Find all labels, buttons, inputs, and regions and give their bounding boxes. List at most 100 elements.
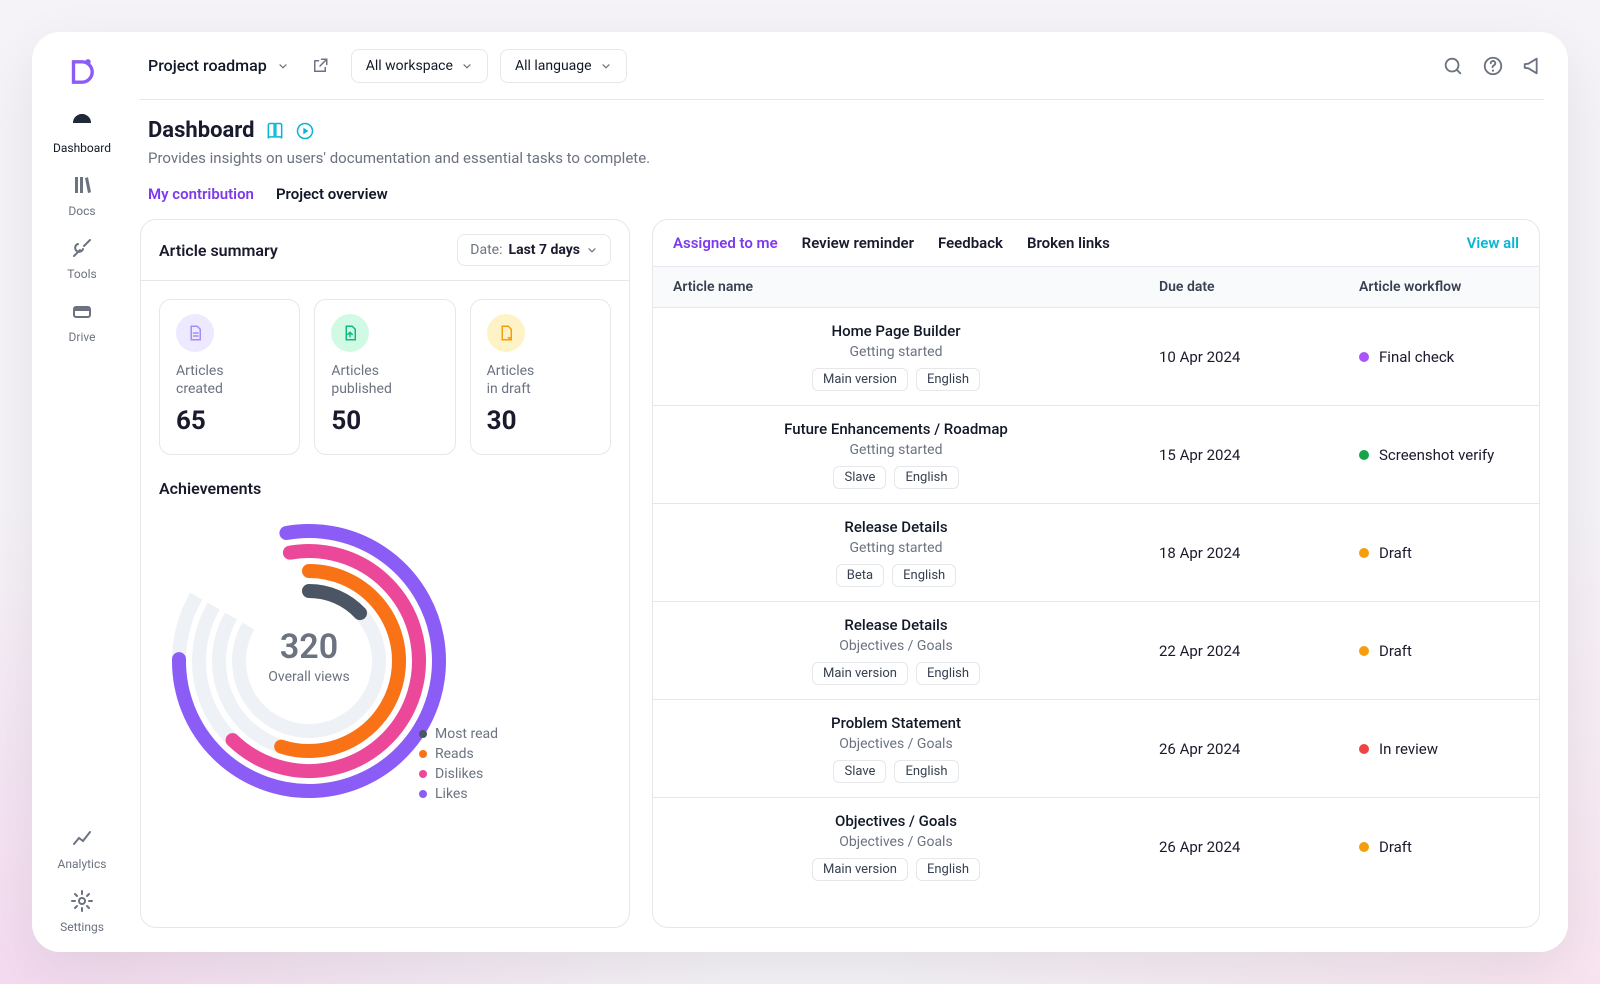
legend-dot (419, 790, 427, 798)
sidebar-item-drive[interactable]: Drive (69, 299, 96, 344)
workflow-label: Draft (1379, 838, 1412, 856)
book-icon[interactable] (265, 121, 285, 141)
sidebar-item-label: Drive (69, 330, 96, 344)
play-circle-icon[interactable] (295, 121, 315, 141)
stat-card: Articlescreated 65 (159, 299, 300, 455)
article-name-cell: Problem Statement Objectives / Goals Sla… (653, 700, 1139, 797)
workflow-cell: Draft (1339, 602, 1539, 699)
table-row[interactable]: Home Page Builder Getting started Main v… (653, 308, 1539, 406)
stat-icon (176, 314, 214, 352)
date-range-selector[interactable]: Date: Last 7 days (457, 234, 611, 266)
workflow-label: Final check (1379, 348, 1454, 366)
legend-dot (419, 750, 427, 758)
main-area: Project roadmap All workspace All languag… (132, 32, 1568, 952)
table-row[interactable]: Release Details Getting started BetaEngl… (653, 504, 1539, 602)
sidebar: Dashboard Docs Tools Drive Analytics Setting… (32, 32, 132, 952)
table-tab-assigned-to-me[interactable]: Assigned to me (673, 234, 778, 252)
page-header: Dashboard Provides insights on users' do… (140, 100, 1540, 171)
stat-card: Articlesin draft 30 (470, 299, 611, 455)
table-header-cell: Due date (1139, 267, 1339, 307)
chevron-down-icon (600, 60, 612, 72)
stat-value: 50 (331, 406, 438, 436)
article-category: Getting started (850, 344, 943, 360)
article-name-cell: Home Page Builder Getting started Main v… (653, 308, 1139, 405)
due-date-cell: 10 Apr 2024 (1139, 308, 1339, 405)
table-tab-broken-links[interactable]: Broken links (1027, 234, 1110, 252)
filter-1[interactable]: All language (500, 49, 627, 83)
stat-label: Articlesin draft (487, 362, 594, 398)
article-category: Getting started (850, 540, 943, 556)
status-dot (1359, 548, 1369, 558)
chevron-down-icon (586, 244, 598, 256)
tag-chip: English (894, 466, 958, 489)
chevron-down-icon (461, 60, 473, 72)
tab-my-contribution[interactable]: My contribution (148, 185, 254, 203)
chart-center: 320 Overall views (159, 506, 459, 806)
tag-chip: English (916, 858, 980, 881)
gear-icon (70, 889, 94, 916)
legend-dot (419, 730, 427, 738)
table-header-cell: Article workflow (1339, 267, 1539, 307)
sidebar-item-label: Analytics (58, 857, 107, 871)
legend-dot (419, 770, 427, 778)
status-dot (1359, 744, 1369, 754)
drive-icon (70, 299, 94, 326)
page-subtitle: Provides insights on users' documentatio… (148, 149, 1536, 167)
table-row[interactable]: Objectives / Goals Objectives / Goals Ma… (653, 798, 1539, 895)
summary-title: Article summary (159, 241, 278, 260)
article-category: Getting started (850, 442, 943, 458)
table-tab-feedback[interactable]: Feedback (938, 234, 1003, 252)
breadcrumb[interactable]: Project roadmap (148, 56, 289, 75)
sidebar-item-label: Dashboard (53, 141, 111, 155)
stat-card: Articlespublished 50 (314, 299, 455, 455)
table-row[interactable]: Problem Statement Objectives / Goals Sla… (653, 700, 1539, 798)
topbar: Project roadmap All workspace All languag… (140, 32, 1544, 100)
sidebar-item-docs[interactable]: Docs (68, 173, 95, 218)
tag-chip: English (894, 760, 958, 783)
sidebar-item-tools[interactable]: Tools (67, 236, 96, 281)
table-row[interactable]: Release Details Objectives / Goals Main … (653, 602, 1539, 700)
table-row[interactable]: Future Enhancements / Roadmap Getting st… (653, 406, 1539, 504)
article-category: Objectives / Goals (839, 834, 952, 850)
legend-item: Dislikes (419, 766, 498, 782)
stat-label: Articlespublished (331, 362, 438, 398)
analytics-icon (70, 826, 94, 853)
due-date-cell: 26 Apr 2024 (1139, 700, 1339, 797)
assigned-table-panel: Assigned to me Review reminder Feedback Bro… (652, 219, 1540, 928)
tag-chip: Main version (812, 368, 908, 391)
workflow-cell: Final check (1339, 308, 1539, 405)
table-tab-review-reminder[interactable]: Review reminder (802, 234, 914, 252)
stat-icon (487, 314, 525, 352)
view-all-link[interactable]: View all (1467, 234, 1519, 252)
filter-0[interactable]: All workspace (351, 49, 488, 83)
search-icon[interactable] (1442, 55, 1464, 77)
table-header-cell: Article name (653, 267, 1139, 307)
article-category: Objectives / Goals (839, 736, 952, 752)
tag-chip: Main version (812, 662, 908, 685)
chevron-down-icon (277, 60, 289, 72)
article-name-cell: Release Details Getting started BetaEngl… (653, 504, 1139, 601)
announce-icon[interactable] (1522, 55, 1544, 77)
workflow-label: Draft (1379, 642, 1412, 660)
sidebar-item-dashboard[interactable]: Dashboard (53, 110, 111, 155)
sidebar-item-label: Settings (60, 920, 104, 934)
article-tags: Slave English (833, 760, 958, 783)
tab-project-overview[interactable]: Project overview (276, 185, 388, 203)
article-summary-panel: Article summary Date: Last 7 days Articl… (140, 219, 630, 928)
stat-icon (331, 314, 369, 352)
workflow-cell: Screenshot verify (1339, 406, 1539, 503)
app-logo[interactable] (64, 54, 100, 90)
achievements-title: Achievements (159, 479, 611, 498)
sidebar-item-settings[interactable]: Settings (60, 889, 104, 934)
open-external-icon[interactable] (309, 55, 331, 77)
books-icon (70, 173, 94, 200)
tag-chip: Slave (833, 466, 886, 489)
sidebar-item-analytics[interactable]: Analytics (58, 826, 107, 871)
article-tags: Main versionEnglish (812, 858, 980, 881)
stat-value: 65 (176, 406, 283, 436)
stat-value: 30 (487, 406, 594, 436)
status-dot (1359, 352, 1369, 362)
help-icon[interactable] (1482, 55, 1504, 77)
tag-chip: Slave (833, 760, 886, 783)
due-date-cell: 22 Apr 2024 (1139, 602, 1339, 699)
